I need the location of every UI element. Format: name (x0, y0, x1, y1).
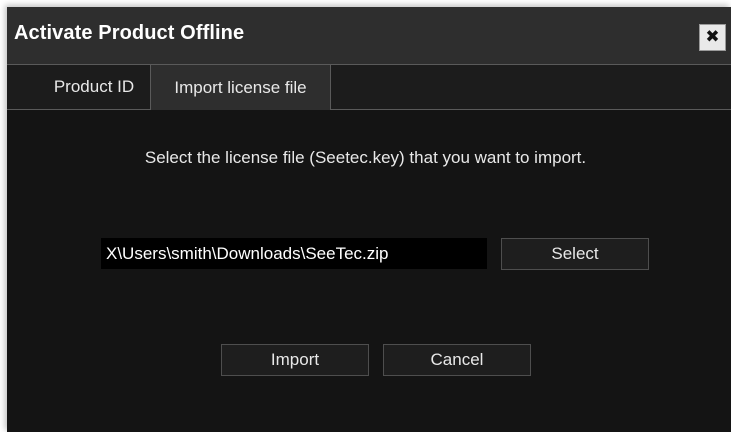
close-button[interactable]: ✖ (699, 24, 726, 51)
instruction-text: Select the license file (Seetec.key) tha… (144, 148, 587, 167)
tab-import-license-file[interactable]: Import license file (150, 65, 331, 110)
tab-product-id[interactable]: Product ID (38, 65, 150, 109)
dialog-titlebar: Activate Product Offline ✖ (7, 7, 731, 65)
cancel-button[interactable]: Cancel (383, 344, 531, 376)
license-file-path-field[interactable] (101, 238, 487, 269)
activate-offline-dialog: Activate Product Offline ✖ Product ID Im… (7, 7, 731, 432)
import-button[interactable]: Import (221, 344, 369, 376)
dialog-title: Activate Product Offline (14, 22, 245, 44)
tab-bar: Product ID Import license file (7, 65, 731, 110)
close-icon: ✖ (705, 27, 720, 47)
select-file-button[interactable]: Select (501, 238, 649, 270)
